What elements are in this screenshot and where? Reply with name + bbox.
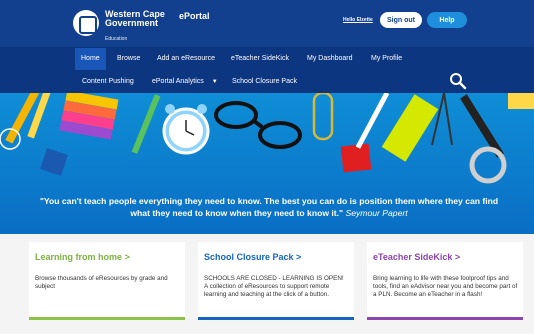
card-eteacher-sidekick[interactable]: eTeacher SideKick > Bring learning to li… [367,242,523,320]
quote-text: "You can't teach people everything they … [39,196,499,218]
eraser-icon [340,143,372,173]
card-body: Browse thousands of eResources by grade … [35,275,168,291]
pencil-icon [131,94,161,154]
site-header: Western Cape Government Education ePorta… [0,0,534,47]
quote-author: Seymour Papert [345,207,408,218]
pen-icon [355,93,390,149]
org-name-line2: Government [105,18,159,29]
compass-icon [431,93,453,146]
nav-home[interactable]: Home [75,48,106,70]
card-school-closure-pack[interactable]: School Closure Pack > SCHOOLS ARE CLOSED… [198,242,354,320]
alarm-clock-icon [162,104,210,155]
page: Western Cape Government Education ePorta… [0,0,534,334]
dept-name: Education [105,35,128,42]
card-title[interactable]: eTeacher SideKick > [373,252,460,262]
card-title[interactable]: Learning from home > [35,252,130,262]
nav-school-closure-pack[interactable]: School Closure Pack [232,71,297,93]
nav-add-eresource[interactable]: Add an eResource [157,48,215,70]
crest-icon [73,10,99,36]
nav-eportal-analytics-label: ePortal Analytics [152,78,204,85]
card-learning-from-home[interactable]: Learning from home > Browse thousands of… [29,242,185,320]
card-title[interactable]: School Closure Pack > [204,252,301,262]
hero-quote: "You can't teach people everything they … [34,196,504,219]
card-body: SCHOOLS ARE CLOSED - LEARNING IS OPEN! A… [204,275,344,299]
nav-content-pushing[interactable]: Content Pushing [82,71,134,93]
card-body: Bring learning to life with these foolpr… [373,275,518,299]
wcg-logo[interactable]: Western Cape Government Education [73,9,165,42]
sticky-note-icon [508,93,534,109]
primary-nav: Home Browse Add an eResource eTeacher Si… [0,47,534,71]
chevron-down-icon: ▼ [211,79,218,85]
search-icon[interactable] [449,72,467,90]
nav-browse[interactable]: Browse [117,48,140,70]
site-brand[interactable]: ePortal [179,11,210,21]
nav-my-dashboard[interactable]: My Dashboard [307,48,353,70]
nav-eportal-analytics[interactable]: ePortal Analytics ▼ [152,71,218,93]
signout-button[interactable]: Sign out [380,12,422,28]
user-greeting-link[interactable]: Hello Elzette [343,17,373,23]
paper-clip-icon [312,93,334,141]
sticky-notes-icon [59,93,119,140]
ruler-icon [381,94,439,162]
nav-eteacher-sidekick[interactable]: eTeacher SideKick [231,48,289,70]
help-button[interactable]: Help [427,12,467,28]
nav-my-profile[interactable]: My Profile [371,48,402,70]
block-icon [40,148,68,176]
tape-roll-icon [469,146,507,184]
glasses-icon [214,101,302,149]
